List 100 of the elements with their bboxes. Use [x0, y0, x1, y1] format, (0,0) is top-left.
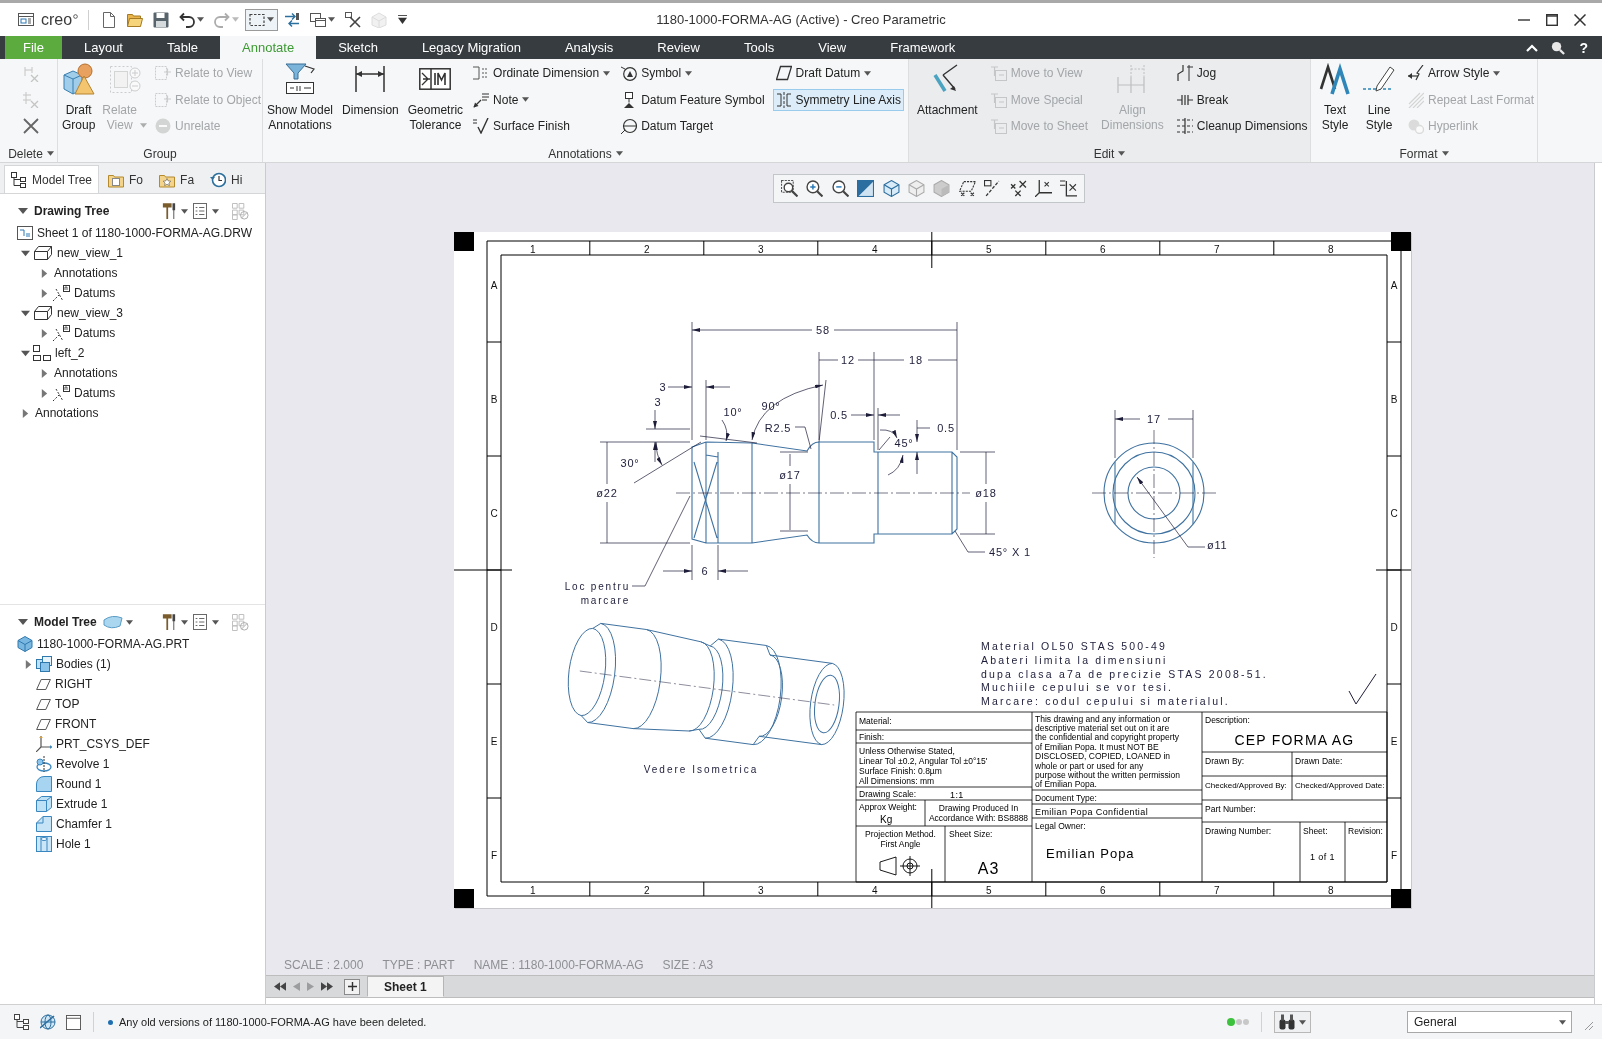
ribbon-button[interactable]: Datum Target [618, 115, 768, 137]
ribbon-tab[interactable]: Tools [721, 36, 797, 59]
caret-right-icon[interactable] [39, 268, 49, 278]
ribbon-button[interactable]: Cleanup Dimensions [1173, 115, 1311, 137]
tree-item[interactable]: 1180-1000-FORMA-AG.PRT [37, 637, 190, 651]
tree-item[interactable]: Datums [74, 286, 116, 300]
ribbon-tab[interactable]: Sketch [316, 36, 400, 59]
caret-icon[interactable] [212, 208, 219, 214]
tree-item[interactable]: Round 1 [56, 777, 102, 791]
tree-item[interactable]: Datums [74, 386, 116, 400]
tree-item[interactable]: Sheet 1 of 1180-1000-FORMA-AG.DRW [37, 226, 252, 240]
ribbon-button[interactable]: Line Style [1361, 59, 1397, 145]
help-button[interactable]: ? [1577, 39, 1590, 56]
tools-icon[interactable] [162, 613, 176, 631]
tree-item[interactable]: Revolve 1 [56, 757, 110, 771]
caret-right-icon[interactable] [39, 288, 49, 298]
ribbon-menu-button[interactable]: Symbol [618, 62, 768, 84]
cube-icon[interactable] [882, 180, 900, 197]
group-menu-button[interactable]: Edit [1093, 146, 1126, 161]
close-icon[interactable] [1574, 13, 1586, 26]
tree-item[interactable]: Chamfer 1 [56, 817, 113, 831]
point-display-icon[interactable] [1009, 180, 1027, 197]
globe-icon[interactable] [40, 1014, 56, 1030]
navigator-tab[interactable]: Model Tree [4, 165, 100, 193]
tree-item[interactable]: Extrude 1 [56, 797, 108, 811]
ribbon-tab[interactable]: View [796, 36, 869, 59]
caret-down-icon[interactable] [20, 308, 30, 318]
navigator-tab[interactable]: Hi [203, 165, 250, 193]
quick-access-button[interactable] [245, 8, 279, 31]
sheet-tab[interactable]: Sheet 1 [367, 976, 444, 997]
filter-dropdown[interactable]: General [1407, 1011, 1572, 1033]
ribbon-tab[interactable]: Review [635, 36, 722, 59]
last-page-icon[interactable] [321, 982, 333, 991]
zoom-in-icon[interactable] [806, 180, 824, 197]
tree-item[interactable]: Hole 1 [56, 837, 91, 851]
tree-item[interactable]: Annotations [54, 366, 118, 380]
window-icon[interactable] [66, 1014, 81, 1030]
list-icon[interactable] [193, 203, 207, 219]
ribbon-tab[interactable]: Layout [61, 36, 145, 59]
caret-icon[interactable] [181, 619, 188, 625]
caret-right-icon[interactable] [39, 368, 49, 378]
group-menu-button[interactable]: Delete [8, 146, 54, 161]
tree-item[interactable]: left_2 [55, 346, 85, 360]
annotation-display-icon[interactable] [1060, 180, 1078, 197]
chevron-up-icon[interactable] [1526, 43, 1539, 52]
customize-menu-icon[interactable] [398, 15, 408, 24]
ribbon-button[interactable]: Jog [1173, 62, 1311, 84]
csys-display-icon[interactable] [1034, 180, 1052, 197]
caret-right-icon[interactable] [39, 388, 49, 398]
ribbon-tab[interactable]: Analysis [542, 36, 636, 59]
tree-item[interactable]: Datums [74, 326, 116, 340]
navigator-tab[interactable]: Fo [101, 165, 151, 193]
ribbon-menu-button[interactable]: Ordinate Dimension [470, 62, 614, 84]
tree-item[interactable]: Bodies (1) [56, 657, 111, 671]
caret-icon[interactable] [125, 619, 133, 625]
caret-right-icon[interactable] [23, 659, 33, 669]
tree-icon[interactable] [14, 1014, 30, 1030]
axis-display-icon[interactable] [984, 180, 1002, 197]
tree-item[interactable]: Annotations [54, 266, 118, 280]
ribbon-menu-button[interactable]: Note [470, 88, 614, 111]
add-sheet-button[interactable] [344, 978, 360, 995]
caret-down-icon[interactable] [18, 206, 28, 216]
group-menu-button[interactable]: Annotations [548, 146, 623, 161]
ribbon-menu-button[interactable]: Arrow Style [1405, 62, 1538, 84]
ribbon-tab[interactable]: Table [145, 36, 221, 59]
find-button[interactable] [1274, 1011, 1311, 1033]
ribbon-button[interactable]: Text Style [1317, 59, 1353, 145]
plane-display-icon[interactable] [958, 180, 976, 197]
ribbon-button[interactable]: Dimension [340, 59, 401, 145]
ribbon-button[interactable]: Geometric Tolerance [405, 59, 466, 145]
caret-down-icon[interactable] [20, 348, 30, 358]
first-page-icon[interactable] [274, 982, 286, 991]
split-square-icon[interactable] [857, 180, 875, 197]
ribbon-button[interactable]: Show Model Annotations [265, 59, 336, 145]
tools-icon[interactable] [162, 202, 176, 220]
ribbon-button[interactable]: Attachment [915, 59, 980, 145]
ribbon-tab[interactable]: Legacy Migration [399, 36, 543, 59]
tree-item[interactable]: FRONT [55, 717, 97, 731]
ribbon-menu-button[interactable]: Draft Datum [772, 62, 904, 84]
tree-item[interactable]: new_view_1 [57, 246, 124, 260]
caret-down-icon[interactable] [20, 248, 30, 258]
maximize-icon[interactable] [1546, 13, 1558, 26]
ribbon-button[interactable]: Draft Group [60, 59, 98, 145]
ribbon-button[interactable]: Symmetry Line Axis [772, 88, 904, 111]
zoom-out-icon[interactable] [831, 180, 849, 197]
list-icon[interactable] [193, 614, 207, 630]
group-menu-button[interactable]: Format [1399, 146, 1449, 161]
caret-icon[interactable] [181, 208, 188, 214]
zoom-fit-icon[interactable] [781, 180, 798, 197]
tree-item[interactable]: Annotations [35, 406, 99, 420]
caret-right-icon[interactable] [39, 328, 49, 338]
caret-right-icon[interactable] [20, 408, 30, 418]
tree-item[interactable]: new_view_3 [57, 306, 124, 320]
x-mark-icon[interactable] [23, 118, 39, 134]
ribbon-button[interactable]: Break [1173, 88, 1311, 111]
search-icon[interactable] [1550, 40, 1566, 55]
tree-item[interactable]: PRT_CSYS_DEF [56, 737, 150, 751]
ribbon-button[interactable]: Surface Finish [470, 115, 614, 137]
tree-item[interactable]: TOP [55, 697, 80, 711]
navigator-tab[interactable]: Fa [152, 165, 202, 193]
